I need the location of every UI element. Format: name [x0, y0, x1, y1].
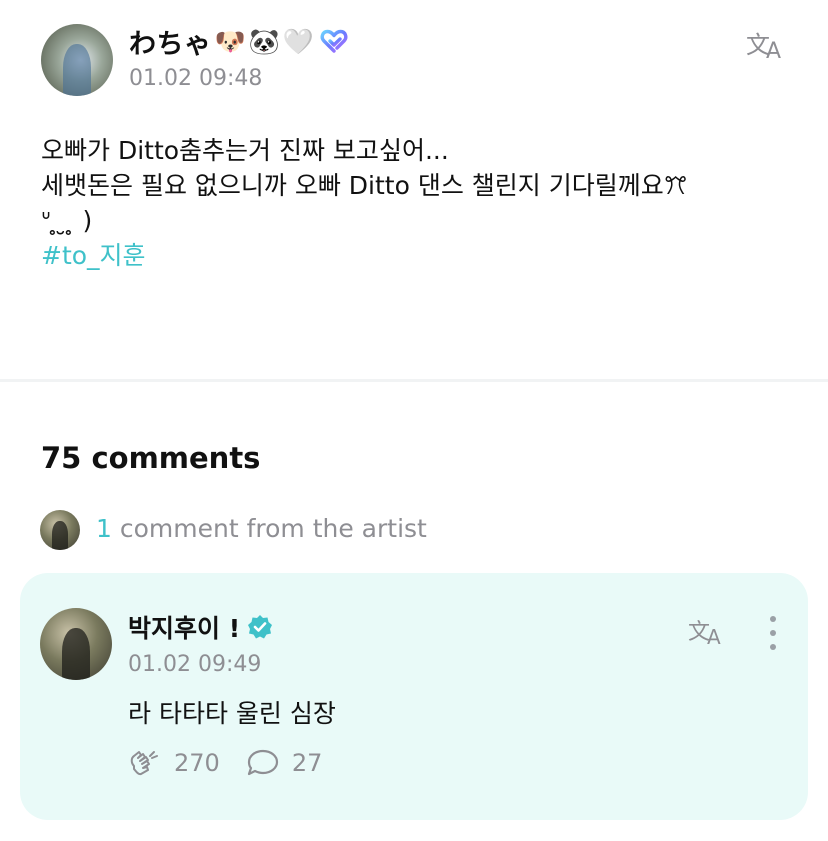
- reply-icon: [247, 749, 278, 776]
- like-button[interactable]: 270: [128, 748, 220, 778]
- post-hashtag[interactable]: #to_지훈: [41, 238, 801, 273]
- post-body: 오빠가 Ditto춤추는거 진짜 보고싶어... 세뱃돈은 필요 없으니까 오빠…: [41, 133, 801, 273]
- comment-author-name[interactable]: 박지후이 !: [128, 609, 240, 645]
- post-author-avatar[interactable]: [41, 24, 113, 96]
- post-timestamp: 01.02 09:48: [129, 66, 263, 91]
- reply-count: 27: [291, 749, 323, 777]
- artist-avatar-small[interactable]: [40, 510, 80, 550]
- like-icon: [130, 751, 158, 776]
- comment-text: 라 타타타 울린 심장: [128, 699, 336, 728]
- comment-author-line: 박지후이 !: [128, 610, 274, 644]
- artist-comment-label: comment from the artist: [111, 514, 427, 543]
- heart-badge-icon: [320, 29, 348, 53]
- post-text-line: 세뱃돈은 필요 없으니까 오빠 Ditto 댄스 챌린지 기다릴께요ꔫ: [41, 171, 688, 200]
- post-author-name[interactable]: わちゃ: [129, 22, 212, 61]
- panda-emoji: 🐼: [248, 26, 280, 56]
- dog-emoji: 🐶: [214, 26, 246, 56]
- comment-translate-icon[interactable]: 文 A: [687, 616, 729, 648]
- post-author-line: わちゃ 🐶 🐼 🤍: [129, 22, 348, 61]
- comment-author-avatar[interactable]: [40, 608, 112, 680]
- post-text-line: ᐡ ̥ ̮ ̥ ): [41, 206, 93, 235]
- artist-comment-link[interactable]: 1 comment from the artist: [96, 514, 427, 543]
- like-count: 270: [174, 749, 220, 777]
- comment-stats: 270 27: [128, 748, 322, 778]
- verified-badge-icon: [248, 615, 273, 639]
- artist-comment-count: 1: [96, 514, 112, 543]
- svg-text:A: A: [766, 39, 781, 62]
- post-text-line: 오빠가 Ditto춤추는거 진짜 보고싶어...: [41, 136, 449, 165]
- svg-text:A: A: [707, 625, 721, 648]
- more-options-icon[interactable]: [762, 616, 784, 650]
- comment-timestamp: 01.02 09:49: [128, 652, 262, 677]
- translate-icon[interactable]: 文 A: [744, 28, 790, 62]
- section-divider: [0, 379, 828, 382]
- white-heart-emoji: 🤍: [282, 26, 314, 56]
- reply-button[interactable]: 27: [246, 748, 323, 778]
- comments-count: 75 comments: [41, 441, 261, 475]
